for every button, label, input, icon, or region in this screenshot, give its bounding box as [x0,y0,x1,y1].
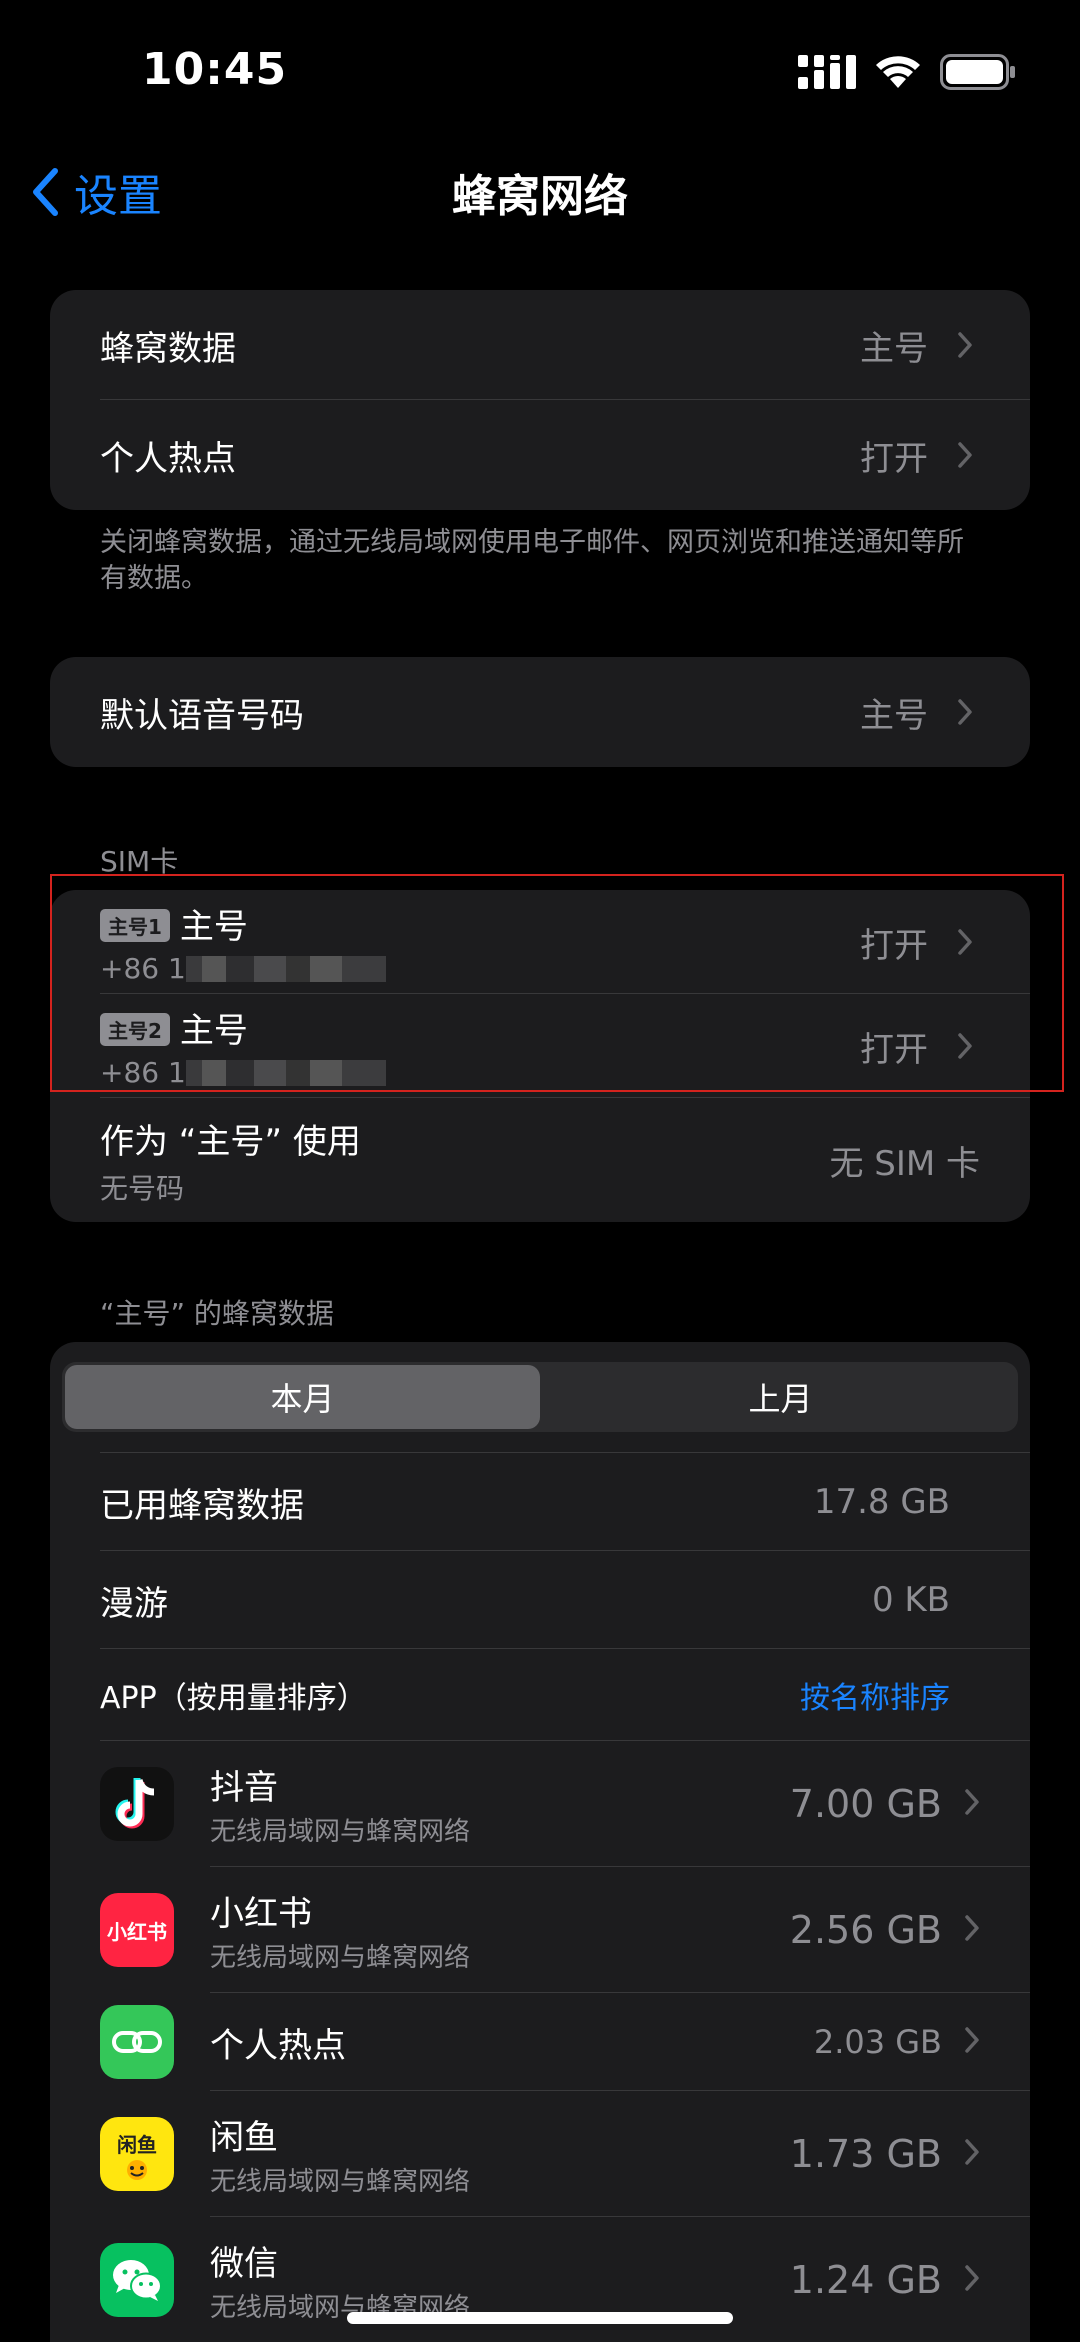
usage-group: 本月 上月 已用蜂窝数据 17.8 GB 漫游 0 KB APP（按用量排序） … [50,1342,1030,2342]
chevron-right-icon [950,440,980,470]
app-name: 抖音 [210,1768,278,1808]
default-voice-row[interactable]: 默认语音号码 主号 [50,657,1030,767]
app-size: 7.00 GB [789,1782,942,1826]
row-label: 个人热点 [100,438,236,479]
status-icons [798,52,1016,92]
highlight-box [50,874,1064,1092]
xiaohongshu-icon: 小红书 [100,1893,174,1967]
douyin-icon [100,1767,174,1841]
cellular-footnote: 关闭蜂窝数据，通过无线局域网使用电子邮件、网页浏览和推送通知等所有数据。 [100,527,964,594]
period-segmented-control: 本月 上月 [62,1362,1018,1432]
use-as-text: 作为 “主号” 使用 无号码 [100,1114,361,1207]
hotspot-icon [100,2005,174,2079]
usage-section-header: “主号” 的蜂窝数据 [100,1297,334,1330]
app-size: 2.56 GB [789,1908,942,1952]
used-data-row: 已用蜂窝数据 17.8 GB [50,1453,1030,1551]
app-size: 2.03 GB [813,2023,942,2061]
row-label: 漫游 [100,1583,168,1624]
row-value: 主号 [860,328,928,369]
use-as-row[interactable]: 作为 “主号” 使用 无号码 无 SIM 卡 [50,1098,1030,1222]
tab-this-month[interactable]: 本月 [65,1365,540,1429]
page-title: 蜂窝网络 [452,171,628,222]
app-sub: 无线局域网与蜂窝网络 [210,2167,471,2197]
app-row-douyin[interactable]: 抖音 无线局域网与蜂窝网络 7.00 GB [50,1741,1030,1867]
chevron-right-icon [950,330,980,360]
chevron-right-icon [964,2138,980,2170]
row-label: 已用蜂窝数据 [100,1485,304,1526]
battery-icon [940,54,1015,90]
app-row-xianyu[interactable]: 闲鱼 闲鱼 无线局域网与蜂窝网络 1.73 GB [50,2091,1030,2217]
row-value: 17.8 GB [813,1482,950,1522]
app-name: 小红书 [210,1894,312,1934]
app-name: 闲鱼 [210,2118,278,2158]
app-size: 1.24 GB [789,2258,942,2302]
cellular-group: 蜂窝数据 主号 个人热点 打开 [50,290,1030,510]
cellular-data-row[interactable]: 蜂窝数据 主号 [50,290,1030,400]
app-text: 微信 无线局域网与蜂窝网络 [210,2236,470,2324]
chevron-right-icon [964,2264,980,2296]
wifi-icon [876,56,920,88]
app-text: 抖音 无线局域网与蜂窝网络 [210,1760,470,1848]
chevron-right-icon [964,2026,980,2058]
wechat-icon [100,2243,174,2317]
app-text: 闲鱼 无线局域网与蜂窝网络 [210,2110,470,2198]
roaming-row: 漫游 0 KB [50,1551,1030,1649]
app-sub: 无线局域网与蜂窝网络 [210,1817,471,1847]
row-value: 0 KB [871,1580,950,1620]
app-row-hotspot[interactable]: 个人热点 2.03 GB [50,1993,1030,2091]
chevron-right-icon [964,1914,980,1946]
hotspot-row[interactable]: 个人热点 打开 [50,400,1030,510]
row-value: 打开 [860,438,928,479]
voice-group: 默认语音号码 主号 [50,657,1030,767]
sort-by-name-link[interactable]: 按名称排序 [800,1673,950,1717]
signal-icon [798,55,856,89]
app-name: 个人热点 [210,2025,346,2066]
app-size: 1.73 GB [789,2132,942,2176]
chevron-right-icon [964,1788,980,1820]
row-value: 主号 [860,695,928,736]
row-label: 蜂窝数据 [100,328,236,369]
app-name: 微信 [210,2244,278,2284]
chevron-right-icon [950,697,980,727]
xianyu-icon-text: 闲鱼 [117,2132,157,2157]
row-label: 默认语音号码 [100,695,304,736]
use-as-value: 无 SIM 卡 [829,1143,980,1184]
use-as-label: 作为 “主号” 使用 [100,1121,361,1162]
app-text: 小红书 无线局域网与蜂窝网络 [210,1886,470,1974]
status-time: 10:45 [142,44,288,95]
use-as-sub: 无号码 [100,1171,185,1205]
apps-header-label: APP（按用量排序） [100,1681,367,1716]
app-row-xiaohongshu[interactable]: 小红书 小红书 无线局域网与蜂窝网络 2.56 GB [50,1867,1030,1993]
home-indicator[interactable] [347,2312,733,2324]
tab-last-month[interactable]: 上月 [543,1362,1018,1432]
app-text: 个人热点 [210,2018,346,2067]
xianyu-icon: 闲鱼 [100,2117,174,2191]
apps-header-row: APP（按用量排序） 按名称排序 [50,1649,1030,1741]
app-sub: 无线局域网与蜂窝网络 [210,1943,471,1973]
